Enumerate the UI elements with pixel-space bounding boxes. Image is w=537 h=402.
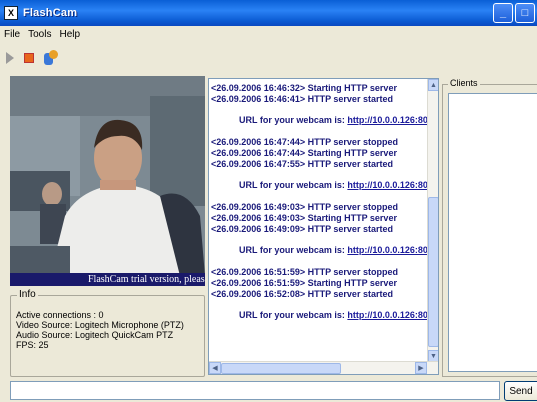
log-vertical-scrollbar[interactable]: ▲ ▼ (427, 79, 438, 362)
clients-list[interactable] (448, 93, 537, 372)
minimize-button[interactable]: _ (493, 3, 513, 23)
trial-caption: FlashCam trial version, pleas (10, 273, 205, 286)
maximize-button[interactable]: □ (515, 3, 535, 23)
settings-icon[interactable] (44, 50, 58, 66)
log-line: <26.09.2006 16:49:03> Starting HTTP serv… (211, 213, 397, 223)
menu-file[interactable]: File (4, 29, 20, 40)
webcam-url-link[interactable]: http://10.0.0.126:80/flvplayer (347, 310, 438, 320)
play-icon[interactable] (6, 52, 14, 64)
log-output[interactable]: <26.09.2006 16:46:32> Starting HTTP serv… (208, 78, 439, 375)
video-source: Video Source: Logitech Microphone (PTZ) (16, 320, 184, 330)
app-icon: X (4, 6, 18, 20)
webcam-url-line: URL for your webcam is: http://10.0.0.12… (211, 115, 438, 126)
log-line: <26.09.2006 16:49:03> HTTP server stoppe… (211, 202, 398, 212)
menu-tools[interactable]: Tools (28, 29, 51, 40)
toolbar (0, 44, 537, 72)
info-panel: Info Active connections : 0 Video Source… (10, 289, 205, 377)
menu-bar: File Tools Help (0, 26, 537, 42)
log-line: <26.09.2006 16:51:59> Starting HTTP serv… (211, 278, 397, 288)
stop-icon[interactable] (24, 53, 34, 63)
webcam-preview: FlashCam trial version, pleas (10, 76, 205, 286)
webcam-image (10, 76, 205, 286)
clients-legend: Clients (448, 78, 480, 88)
log-line: <26.09.2006 16:46:32> Starting HTTP serv… (211, 83, 397, 93)
message-input[interactable] (10, 381, 500, 400)
scroll-right-icon[interactable]: ▶ (415, 362, 427, 374)
vertical-scroll-thumb[interactable] (428, 197, 438, 347)
webcam-url-line: URL for your webcam is: http://10.0.0.12… (211, 245, 438, 256)
clients-panel: Clients (442, 78, 537, 377)
webcam-url-link[interactable]: http://10.0.0.126:80/flvplayer (347, 180, 438, 190)
log-line: <26.09.2006 16:49:09> HTTP server starte… (211, 224, 393, 234)
fps: FPS: 25 (16, 340, 49, 350)
window-title: FlashCam (23, 7, 78, 19)
title-bar: X FlashCam _ □ (0, 0, 537, 26)
horizontal-scroll-thumb[interactable] (221, 363, 341, 374)
menu-help[interactable]: Help (59, 29, 80, 40)
active-connections: Active connections : 0 (16, 310, 104, 320)
log-line: <26.09.2006 16:47:44> HTTP server stoppe… (211, 137, 398, 147)
log-line: <26.09.2006 16:51:59> HTTP server stoppe… (211, 267, 398, 277)
scroll-left-icon[interactable]: ◀ (209, 362, 221, 374)
info-legend: Info (17, 289, 38, 300)
log-line: <26.09.2006 16:46:41> HTTP server starte… (211, 94, 393, 104)
webcam-url-link[interactable]: http://10.0.0.126:80/flvplayer (347, 115, 438, 125)
log-horizontal-scrollbar[interactable]: ◀ ▶ (209, 361, 438, 374)
log-line: <26.09.2006 16:47:55> HTTP server starte… (211, 159, 393, 169)
send-button[interactable]: Send (504, 381, 537, 401)
log-line: <26.09.2006 16:47:44> Starting HTTP serv… (211, 148, 397, 158)
audio-source: Audio Source: Logitech QuickCam PTZ (16, 330, 174, 340)
webcam-url-line: URL for your webcam is: http://10.0.0.12… (211, 180, 438, 191)
webcam-url-line: URL for your webcam is: http://10.0.0.12… (211, 310, 438, 321)
scroll-up-icon[interactable]: ▲ (428, 79, 438, 91)
log-line: <26.09.2006 16:52:08> HTTP server starte… (211, 289, 393, 299)
webcam-url-link[interactable]: http://10.0.0.126:80/flvplayer (347, 245, 438, 255)
